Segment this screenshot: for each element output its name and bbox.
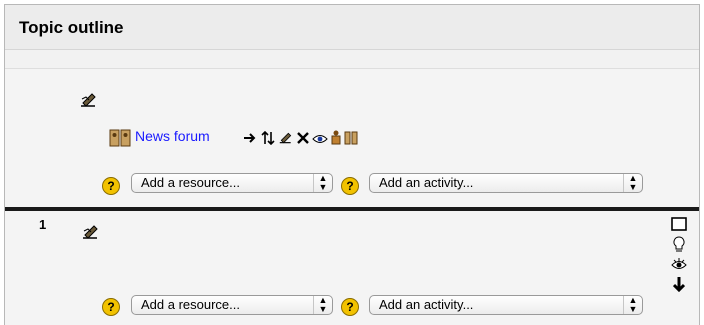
eye-icon[interactable] (671, 258, 687, 277)
add-activity-select-value: Add an activity... (379, 175, 474, 190)
add-resource-select-value: Add a resource... (141, 297, 240, 312)
add-resource-help-icon[interactable]: ? (102, 298, 120, 316)
select-arrows-icon: ▲ ▼ (313, 296, 332, 314)
eye-icon[interactable] (312, 132, 328, 150)
add-activity-select-value: Add an activity... (379, 297, 474, 312)
header-subbar (5, 50, 699, 69)
section-0: News forum ? Add a resource... ▲ ▼ ? Add… (5, 69, 699, 207)
forum-icon (109, 128, 131, 153)
panel-header: Topic outline (5, 5, 699, 50)
add-activity-help-icon[interactable]: ? (341, 177, 359, 195)
edit-activity-icon[interactable] (279, 131, 293, 150)
section-1: 1 ? Add a resource... ▲ ▼ ? Add an activ… (5, 211, 699, 325)
group-mode-icon[interactable] (331, 130, 341, 150)
edit-summary-icon[interactable] (82, 224, 100, 245)
assign-roles-icon[interactable] (344, 130, 358, 150)
add-resource-help-icon[interactable]: ? (102, 177, 120, 195)
move-icon[interactable] (261, 130, 275, 150)
edit-summary-icon[interactable] (80, 92, 98, 113)
show-only-topic-icon[interactable] (671, 217, 687, 236)
select-arrows-icon: ▲ ▼ (623, 296, 642, 314)
add-activity-select[interactable]: Add an activity... ▲ ▼ (369, 295, 643, 315)
move-down-icon[interactable] (672, 276, 686, 297)
move-right-icon[interactable] (243, 131, 257, 150)
add-resource-select[interactable]: Add a resource... ▲ ▼ (131, 295, 333, 315)
topic-outline-panel: Topic outline News forum ? Add a resourc… (4, 4, 700, 325)
select-arrows-icon: ▲ ▼ (313, 174, 332, 192)
add-activity-help-icon[interactable]: ? (341, 298, 359, 316)
lightbulb-icon[interactable] (673, 236, 685, 259)
add-resource-select-value: Add a resource... (141, 175, 240, 190)
add-activity-select[interactable]: Add an activity... ▲ ▼ (369, 173, 643, 193)
panel-title: Topic outline (19, 18, 124, 37)
section-number: 1 (39, 217, 47, 232)
add-resource-select[interactable]: Add a resource... ▲ ▼ (131, 173, 333, 193)
news-forum-link[interactable]: News forum (135, 128, 210, 144)
delete-icon[interactable] (296, 131, 310, 150)
select-arrows-icon: ▲ ▼ (623, 174, 642, 192)
